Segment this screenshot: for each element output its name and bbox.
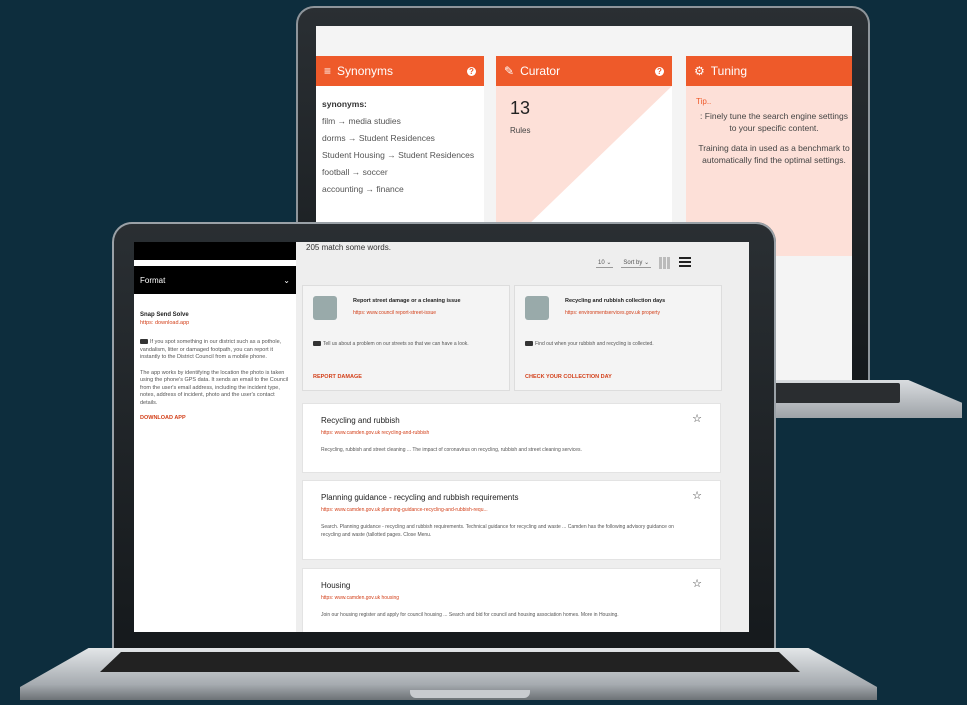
featured-title[interactable]: Recycling and rubbish collection days xyxy=(565,298,665,304)
video-icon xyxy=(313,341,321,347)
result-title[interactable]: Planning guidance - recycling and rubbis… xyxy=(321,493,518,502)
result-title[interactable]: Housing xyxy=(321,581,350,590)
featured-thumbnail xyxy=(313,296,337,320)
star-icon[interactable]: ☆ xyxy=(692,577,702,590)
result-url[interactable]: https: www.camden.gov.uk housing xyxy=(321,595,399,601)
sort-select[interactable]: Sort by ⌄ xyxy=(621,258,652,268)
tuning-text-2: Training data in used as a benchmark to … xyxy=(698,143,850,165)
snap-description-2: The app works by identifying the locatio… xyxy=(140,369,289,406)
tuning-text-1: : Finely tune the search engine settings… xyxy=(700,111,848,133)
download-app-link[interactable]: DOWNLOAD APP xyxy=(140,415,290,423)
result-title[interactable]: Recycling and rubbish xyxy=(321,416,400,425)
sidebar-top-bar[interactable] xyxy=(134,242,296,260)
result-card: Recycling and rubbish https: www.camden.… xyxy=(302,403,721,473)
curator-label: Rules xyxy=(510,126,531,135)
result-card: Housing https: www.camden.gov.uk housing… xyxy=(302,568,721,632)
result-description: Recycling, rubbish and street cleaning .… xyxy=(321,447,582,453)
chevron-down-icon: ⌄ xyxy=(283,275,290,285)
video-icon xyxy=(140,339,148,345)
featured-url[interactable]: https: environmentservices.gov.uk proper… xyxy=(565,310,660,316)
featured-url[interactable]: https: www.council report-street-issue xyxy=(353,310,436,316)
tuning-title: Tuning xyxy=(710,64,748,78)
result-description: Search. Planning guidance - recycling an… xyxy=(321,524,674,538)
list-view-icon[interactable] xyxy=(679,257,692,269)
format-dropdown[interactable]: Format ⌄ xyxy=(134,266,296,294)
snap-title: Snap Send Solve xyxy=(140,312,189,318)
curator-header[interactable]: ✎ Curator ? xyxy=(496,56,672,86)
front-laptop-keyboard xyxy=(100,652,800,672)
format-label: Format xyxy=(140,275,166,285)
results-main: 205 match some words. 10 ⌄ Sort by ⌄ Rep… xyxy=(300,242,749,632)
featured-thumbnail xyxy=(525,296,549,320)
result-url[interactable]: https: www.camden.gov.uk planning-guidan… xyxy=(321,507,488,513)
grid-view-icon[interactable] xyxy=(659,257,672,269)
help-icon[interactable]: ? xyxy=(655,66,664,76)
check-collection-day-link[interactable]: CHECK YOUR COLLECTION DAY xyxy=(525,374,612,380)
synonym-row: dorms → Student Residences xyxy=(322,133,435,143)
featured-card[interactable]: Recycling and rubbish collection days ht… xyxy=(514,285,722,391)
featured-description: Tell us about a problem on our streets s… xyxy=(323,341,469,347)
result-url[interactable]: https: www.camden.gov.uk recycling-and-r… xyxy=(321,430,429,436)
wand-icon: ✎ xyxy=(504,64,515,78)
front-laptop-screen: Format ⌄ Snap Send Solve https: download… xyxy=(134,242,749,632)
per-page-select[interactable]: 10 ⌄ xyxy=(596,258,614,268)
tuning-tip: Tip.. xyxy=(696,97,712,106)
results-controls: 10 ⌄ Sort by ⌄ xyxy=(596,257,692,269)
synonym-row: accounting → finance xyxy=(322,184,404,194)
help-icon[interactable]: ? xyxy=(467,66,476,76)
star-icon[interactable]: ☆ xyxy=(692,412,702,425)
video-icon xyxy=(525,341,533,347)
synonyms-title: Synonyms xyxy=(337,64,394,78)
report-damage-link[interactable]: REPORT DAMAGE xyxy=(313,374,362,380)
sidebar: Format ⌄ Snap Send Solve https: download… xyxy=(134,242,296,632)
sliders-icon: ⚙ xyxy=(694,64,705,78)
curator-count: 13 xyxy=(510,98,531,118)
snap-link[interactable]: https: download.app xyxy=(140,320,290,328)
synonym-row: football → soccer xyxy=(322,167,388,177)
snap-description-1: If you spot something in our district su… xyxy=(140,339,282,360)
result-description: Join our housing register and apply for … xyxy=(321,612,619,618)
featured-description: Find out when your rubbish and recycling… xyxy=(535,341,654,347)
front-laptop-notch xyxy=(410,690,530,698)
results-count: 205 match some words. xyxy=(306,243,391,252)
tuning-header[interactable]: ⚙ Tuning xyxy=(686,56,852,86)
synonym-row: film → media studies xyxy=(322,116,401,126)
synonyms-heading: synonyms: xyxy=(322,99,367,109)
synonyms-header[interactable]: ≡ Synonyms ? xyxy=(316,56,484,86)
featured-title[interactable]: Report street damage or a cleaning issue xyxy=(353,298,461,304)
star-icon[interactable]: ☆ xyxy=(692,489,702,502)
curator-title: Curator xyxy=(520,64,561,78)
synonym-row: Student Housing → Student Residences xyxy=(322,150,475,160)
synonyms-icon: ≡ xyxy=(324,64,332,78)
featured-card[interactable]: Report street damage or a cleaning issue… xyxy=(302,285,510,391)
result-card: Planning guidance - recycling and rubbis… xyxy=(302,480,721,560)
